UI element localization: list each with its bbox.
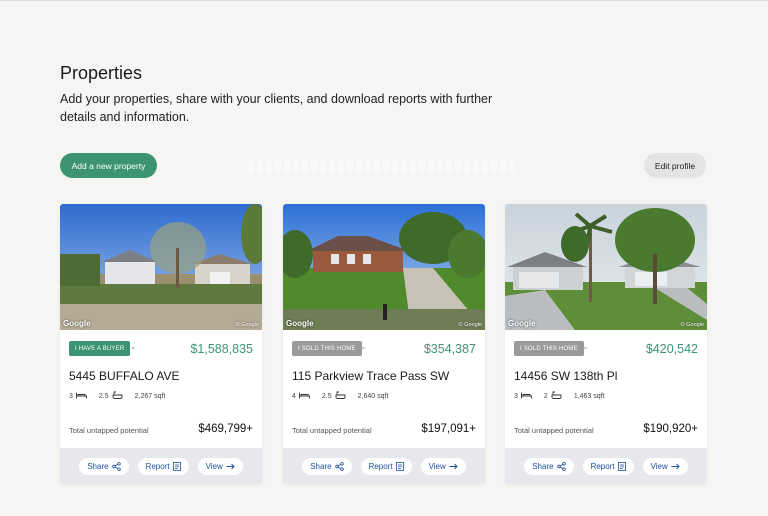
card-actions: Share Report View: [60, 448, 262, 484]
property-price: $354,387: [423, 342, 476, 356]
faded-overlay: [248, 160, 518, 174]
google-copyright: © Google: [235, 322, 259, 328]
potential-label: Total untapped potential: [514, 426, 594, 435]
bed-icon: [75, 392, 87, 401]
share-button[interactable]: Share: [79, 457, 129, 475]
baths-count: 2.5: [321, 392, 332, 400]
arrow-right-icon: [671, 463, 680, 469]
chevron-down-icon[interactable]: ⌄: [130, 342, 137, 351]
bathtub-icon: [335, 391, 346, 401]
add-property-button[interactable]: Add a new property: [60, 153, 157, 178]
property-address: 14456 SW 138th Pl: [514, 369, 618, 383]
property-photo[interactable]: Google © Google: [60, 204, 262, 330]
baths-count: 2: [543, 392, 548, 400]
property-card[interactable]: Google © Google I SOLD THIS HOME ⌄ $420,…: [505, 204, 707, 484]
bathtub-icon: [551, 391, 562, 401]
beds-count: 4: [292, 392, 296, 400]
share-icon: [111, 461, 121, 471]
document-icon: [617, 461, 626, 471]
google-copyright: © Google: [458, 322, 482, 328]
card-actions: Share Report View: [283, 448, 485, 484]
card-actions: Share Report View: [505, 448, 707, 484]
bed-icon: [520, 392, 532, 401]
property-address: 115 Parkview Trace Pass SW: [292, 369, 450, 383]
property-card[interactable]: Google © Google I HAVE A BUYER ⌄ $1,588,…: [60, 204, 262, 484]
property-card[interactable]: Google © Google I SOLD THIS HOME ⌄ $354,…: [283, 204, 485, 484]
beds-count: 3: [514, 392, 518, 400]
bed-icon: [298, 392, 310, 401]
report-button[interactable]: Report: [137, 457, 189, 475]
potential-value: $190,920+: [643, 423, 698, 435]
status-badge[interactable]: I HAVE A BUYER: [69, 341, 131, 356]
status-badge[interactable]: I SOLD THIS HOME: [514, 341, 584, 356]
property-specs: 3 2.5 2,267 sqft: [69, 391, 165, 401]
page-title: Properties: [60, 63, 143, 83]
google-watermark: Google: [508, 319, 536, 328]
property-photo[interactable]: Google © Google: [283, 204, 485, 330]
google-watermark: Google: [63, 319, 91, 328]
property-address: 5445 BUFFALO AVE: [69, 369, 180, 383]
arrow-right-icon: [226, 463, 235, 469]
share-icon: [556, 461, 566, 471]
arrow-right-icon: [449, 463, 458, 469]
view-button[interactable]: View: [420, 457, 466, 475]
status-badge[interactable]: I SOLD THIS HOME: [292, 341, 362, 356]
potential-value: $197,091+: [421, 423, 476, 435]
share-button[interactable]: Share: [524, 457, 574, 475]
google-watermark: Google: [286, 319, 314, 328]
share-icon: [334, 461, 344, 471]
document-icon: [395, 461, 404, 471]
report-button[interactable]: Report: [582, 457, 634, 475]
property-photo[interactable]: Google © Google: [505, 204, 707, 330]
property-specs: 4 2.5 2,640 sqft: [292, 391, 388, 401]
top-divider: [0, 0, 768, 1]
view-button[interactable]: View: [197, 457, 243, 475]
sqft-value: 2,267 sqft: [134, 392, 166, 400]
bathtub-icon: [112, 391, 123, 401]
edit-profile-button[interactable]: Edit profile: [644, 153, 706, 178]
share-button[interactable]: Share: [302, 457, 352, 475]
property-price: $1,588,835: [190, 342, 253, 356]
view-button[interactable]: View: [642, 457, 688, 475]
potential-value: $469,799+: [198, 423, 253, 435]
baths-count: 2.5: [98, 392, 109, 400]
report-button[interactable]: Report: [360, 457, 412, 475]
google-copyright: © Google: [680, 322, 704, 328]
sqft-value: 1,463 sqft: [573, 392, 605, 400]
chevron-down-icon[interactable]: ⌄: [360, 342, 367, 351]
potential-label: Total untapped potential: [69, 426, 149, 435]
chevron-down-icon[interactable]: ⌄: [582, 342, 589, 351]
property-specs: 3 2 1,463 sqft: [514, 391, 605, 401]
potential-label: Total untapped potential: [292, 426, 372, 435]
sqft-value: 2,640 sqft: [357, 392, 389, 400]
document-icon: [172, 461, 181, 471]
property-price: $420,542: [645, 342, 698, 356]
beds-count: 3: [69, 392, 73, 400]
page-subtitle: Add your properties, share with your cli…: [60, 92, 493, 124]
